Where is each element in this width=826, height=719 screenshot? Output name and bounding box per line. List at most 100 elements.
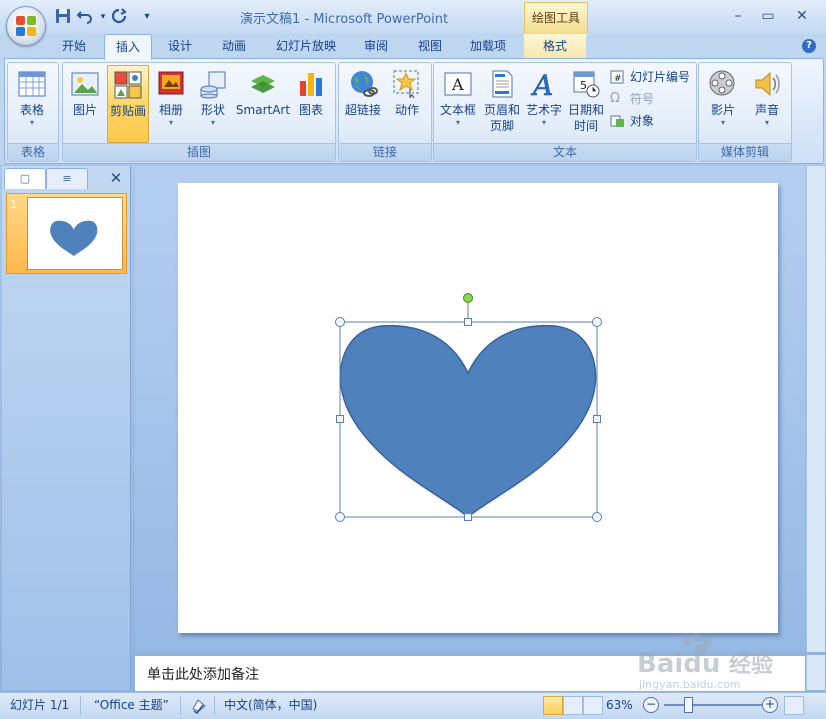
pane-close-icon[interactable]: ✕ [108,168,124,188]
tab-animations[interactable]: 动画 [212,34,256,58]
save-icon[interactable] [54,8,72,26]
tab-review[interactable]: 审阅 [354,34,398,58]
group-label-media: 媒体剪辑 [699,143,791,161]
minimize-button[interactable]: – [726,6,750,26]
slide-thumbnail[interactable]: 1 [6,193,127,274]
baidu-watermark: Baidu 经验 jingyan.baidu.com [637,634,773,691]
tab-insert[interactable]: 插入 [104,34,152,60]
sound-button[interactable]: 声音 ▾ [747,65,787,141]
symbol-button[interactable]: Ω 符号 [610,89,654,109]
smartart-icon [248,69,278,99]
slide-sorter-view-icon[interactable] [563,696,583,715]
group-label-illustrations: 插图 [63,143,335,161]
slide-canvas[interactable] [178,183,778,633]
office-button[interactable] [6,6,46,46]
svg-text:A: A [451,75,464,94]
movie-button[interactable]: 影片 ▾ [701,65,745,141]
resize-side-handle[interactable] [593,415,601,423]
watermark-url: jingyan.baidu.com [638,678,741,691]
resize-side-handle[interactable] [464,318,472,326]
tab-home[interactable]: 开始 [52,34,96,58]
calendar-clock-icon: 5 [571,69,601,99]
notes-scrollbar[interactable] [806,655,825,690]
heart-shape[interactable] [339,324,597,518]
group-tables: 表格 ▾ 表格 [7,62,59,162]
customize-qat-icon[interactable]: ▾ [138,8,156,26]
object-button[interactable]: 对象 [610,111,654,131]
tab-design[interactable]: 设计 [158,34,202,58]
photo-album-button[interactable]: 相册 ▾ [151,65,191,141]
ribbon-tabs: 开始 插入 设计 动画 幻灯片放映 审阅 视图 加载项 格式 [0,34,826,60]
chart-button[interactable]: 图表 [293,65,329,141]
help-icon[interactable]: ? [802,39,816,53]
hyperlink-button[interactable]: 超链接 [341,65,385,141]
spell-check-icon[interactable] [190,697,208,715]
rotation-handle[interactable] [463,293,473,303]
slide-thumbnail-number: 1 [10,198,17,211]
slides-tab-icon: ▢ [19,172,31,185]
title-bar: ▾ ▾ 演示文稿1 - Microsoft PowerPoint 绘图工具 – … [0,0,826,34]
slideshow-view-icon[interactable] [583,696,603,715]
header-footer-button[interactable]: 页眉和 页脚 [482,65,522,141]
redo-icon[interactable] [110,8,128,26]
slides-tab[interactable]: ▢ [4,168,46,189]
date-time-button[interactable]: 5 日期和 时间 [566,65,606,141]
wordart-button[interactable]: A 艺术字 ▾ [524,65,564,141]
group-label-text: 文本 [434,143,696,161]
object-icon [610,114,625,128]
photo-album-icon [156,69,186,99]
shapes-button[interactable]: 形状 ▾ [193,65,233,141]
fit-window-icon[interactable] [784,696,804,715]
outline-tab-icon: ≡ [62,172,72,185]
table-button[interactable]: 表格 ▾ [11,65,53,141]
close-button[interactable]: ✕ [790,6,814,26]
normal-view-icon[interactable] [543,696,563,715]
vertical-scrollbar[interactable] [806,166,825,652]
group-links: 超链接 动作 链接 [338,62,432,162]
resize-corner-handle[interactable] [592,512,602,522]
resize-corner-handle[interactable] [335,512,345,522]
clipart-button[interactable]: 剪贴画 [107,65,149,143]
tab-format[interactable]: 格式 [524,34,586,58]
maximize-button[interactable]: ▭ [756,6,780,26]
resize-side-handle[interactable] [464,513,472,521]
zoom-level[interactable]: 63% [606,697,633,714]
picture-icon [70,69,100,99]
textbox-icon: A [443,69,473,99]
resize-side-handle[interactable] [336,415,344,423]
status-slide-info: 幻灯片 1/1 [10,698,70,712]
slide-drawing [335,293,602,522]
resize-corner-handle[interactable] [592,317,602,327]
chart-icon [296,69,326,99]
group-text: A 文本框 ▾ 页眉和 页脚 A 艺术字 ▾ 5 日期和 时间 # 幻灯片编号 … [433,62,697,162]
watermark-brand: Baidu [637,649,720,679]
slide-number-icon: # [610,70,625,84]
tab-view[interactable]: 视图 [408,34,452,58]
zoom-slider-track[interactable] [664,704,762,706]
omega-icon: Ω [610,91,620,106]
zoom-out-icon[interactable]: − [643,697,659,713]
status-theme[interactable]: “Office 主题” [94,697,169,714]
thumbnail-heart [50,220,98,257]
window-title: 演示文稿1 - Microsoft PowerPoint [240,12,449,27]
zoom-in-icon[interactable]: + [762,697,778,713]
slide-number-button[interactable]: # 幻灯片编号 [610,67,690,87]
watermark-brand-cn: 经验 [729,652,773,678]
zoom-slider-thumb[interactable] [684,697,693,713]
tab-addins[interactable]: 加载项 [460,34,516,58]
tab-slideshow[interactable]: 幻灯片放映 [266,34,346,58]
undo-icon[interactable] [76,8,94,26]
svg-text:5: 5 [580,79,587,92]
office-logo-icon [16,16,36,36]
svg-text:A: A [530,69,553,99]
resize-corner-handle[interactable] [335,317,345,327]
action-button[interactable]: 动作 [387,65,427,141]
picture-button[interactable]: 图片 [65,65,105,141]
header-footer-icon [487,69,517,99]
textbox-button[interactable]: A 文本框 ▾ [436,65,480,141]
group-illustrations: 图片 剪贴画 相册 ▾ 形状 ▾ SmartArt 图表 插图 [62,62,336,162]
notes-placeholder[interactable]: 单击此处添加备注 [147,664,259,684]
smartart-button[interactable]: SmartArt [235,65,291,141]
status-language[interactable]: 中文(简体，中国) [224,697,317,714]
outline-tab[interactable]: ≡ [46,168,88,189]
